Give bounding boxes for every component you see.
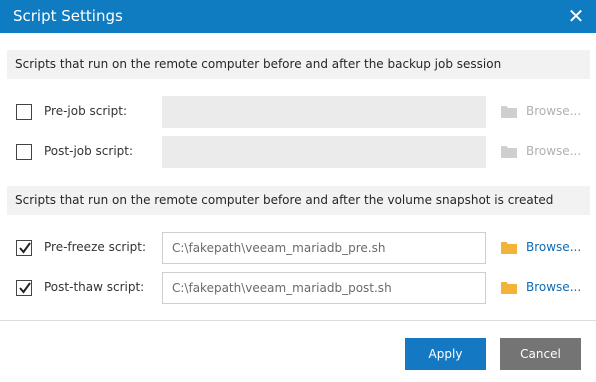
folder-icon (501, 282, 517, 294)
post-thaw-script-row: Post-thaw script: Browse... (0, 272, 596, 304)
folder-icon (501, 106, 517, 118)
post-thaw-script-input[interactable] (162, 272, 486, 304)
pre-freeze-script-row: Pre-freeze script: Browse... (0, 232, 596, 264)
pre-freeze-checkbox[interactable] (16, 240, 32, 256)
section-header-volume-snapshot: Scripts that run on the remote computer … (7, 186, 590, 215)
dialog-titlebar: Script Settings ✕ (0, 0, 596, 33)
close-icon[interactable]: ✕ (566, 5, 586, 27)
script-settings-dialog: Script Settings ✕ Scripts that run on th… (0, 0, 596, 382)
dialog-title: Script Settings (13, 7, 123, 25)
pre-job-script-row: Pre-job script: Browse... (0, 96, 596, 128)
pre-freeze-browse-link[interactable]: Browse... (526, 240, 581, 254)
post-thaw-checkbox[interactable] (16, 280, 32, 296)
post-job-script-label: Post-job script: (44, 144, 134, 158)
post-thaw-script-label: Post-thaw script: (44, 280, 145, 294)
pre-job-script-label: Pre-job script: (44, 104, 127, 118)
footer-divider (0, 320, 596, 321)
pre-freeze-script-label: Pre-freeze script: (44, 240, 147, 254)
post-job-script-input[interactable] (162, 136, 486, 168)
post-thaw-browse-link[interactable]: Browse... (526, 280, 581, 294)
pre-freeze-script-input[interactable] (162, 232, 486, 264)
apply-button[interactable]: Apply (405, 338, 486, 370)
pre-job-checkbox[interactable] (16, 104, 32, 120)
folder-icon (501, 146, 517, 158)
section-header-backup-job: Scripts that run on the remote computer … (7, 50, 590, 79)
post-job-checkbox[interactable] (16, 144, 32, 160)
pre-job-script-input[interactable] (162, 96, 486, 128)
check-icon (19, 242, 31, 254)
check-icon (19, 282, 31, 294)
pre-job-browse-link[interactable]: Browse... (526, 104, 581, 118)
folder-icon (501, 242, 517, 254)
post-job-script-row: Post-job script: Browse... (0, 136, 596, 168)
cancel-button[interactable]: Cancel (500, 338, 581, 370)
post-job-browse-link[interactable]: Browse... (526, 144, 581, 158)
